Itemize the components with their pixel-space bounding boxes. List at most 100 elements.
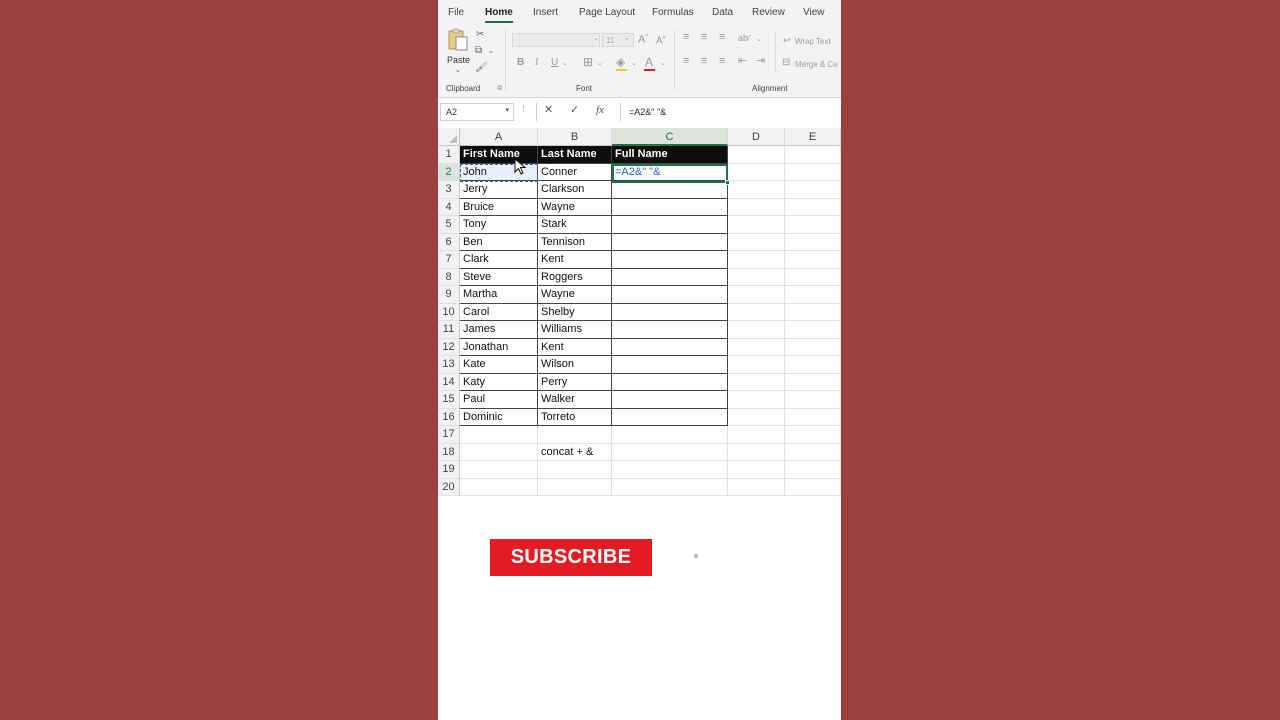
- align-middle-icon[interactable]: ≡: [701, 32, 707, 43]
- cell[interactable]: Martha: [460, 286, 538, 304]
- cell[interactable]: [612, 338, 728, 356]
- cell[interactable]: [785, 391, 841, 409]
- cell[interactable]: Kent: [538, 251, 612, 269]
- formula-input[interactable]: =A2&" "&: [620, 103, 841, 121]
- chevron-down-icon[interactable]: ⌄: [562, 60, 568, 67]
- column-header-a[interactable]: A: [460, 128, 538, 146]
- tab-home[interactable]: Home: [485, 7, 513, 18]
- tab-formulas[interactable]: Formulas: [652, 7, 694, 18]
- cell[interactable]: [612, 286, 728, 304]
- cell[interactable]: [785, 426, 841, 444]
- cell[interactable]: Ben: [460, 233, 538, 251]
- increase-font-icon[interactable]: A^: [638, 34, 648, 46]
- cell[interactable]: [785, 356, 841, 374]
- decrease-indent-icon[interactable]: ⇤: [738, 56, 747, 67]
- cell[interactable]: [785, 181, 841, 199]
- wrap-text-icon[interactable]: ↩: [783, 36, 791, 45]
- cell[interactable]: Walker: [538, 391, 612, 409]
- cell[interactable]: [785, 461, 841, 479]
- cell[interactable]: [612, 181, 728, 199]
- cell[interactable]: concat + &: [538, 443, 612, 461]
- cell[interactable]: Steve: [460, 268, 538, 286]
- cell[interactable]: [612, 373, 728, 391]
- select-all-corner[interactable]: [438, 128, 460, 146]
- row-header[interactable]: 17: [438, 426, 460, 444]
- cell[interactable]: [728, 198, 785, 216]
- column-header-b[interactable]: B: [538, 128, 612, 146]
- cell[interactable]: Tony: [460, 216, 538, 234]
- cell[interactable]: [612, 303, 728, 321]
- cell[interactable]: [728, 426, 785, 444]
- chevron-down-icon[interactable]: ⌄: [597, 60, 603, 67]
- cell[interactable]: Wayne: [538, 198, 612, 216]
- cell[interactable]: Bruice: [460, 198, 538, 216]
- cell[interactable]: [728, 338, 785, 356]
- row-header[interactable]: 5: [438, 216, 460, 234]
- cancel-icon[interactable]: ✕: [544, 105, 553, 116]
- row-header[interactable]: 15: [438, 391, 460, 409]
- cell[interactable]: Jonathan: [460, 338, 538, 356]
- insert-function-icon[interactable]: fx: [596, 105, 604, 116]
- cell[interactable]: [785, 163, 841, 181]
- cell[interactable]: [728, 251, 785, 269]
- cell[interactable]: [785, 286, 841, 304]
- cell[interactable]: [728, 461, 785, 479]
- align-top-icon[interactable]: ≡: [683, 32, 689, 43]
- cell[interactable]: Carol: [460, 303, 538, 321]
- cell[interactable]: [612, 251, 728, 269]
- row-header[interactable]: 3: [438, 181, 460, 199]
- cell[interactable]: [728, 233, 785, 251]
- row-header[interactable]: 19: [438, 461, 460, 479]
- cell[interactable]: [785, 146, 841, 164]
- format-painter-icon[interactable]: 🖌: [475, 63, 488, 73]
- cell[interactable]: [612, 268, 728, 286]
- cell[interactable]: [785, 198, 841, 216]
- chevron-down-icon[interactable]: ⌄: [756, 36, 762, 43]
- cell[interactable]: [728, 321, 785, 339]
- cell[interactable]: James: [460, 321, 538, 339]
- cell[interactable]: [728, 478, 785, 496]
- row-header[interactable]: 11: [438, 321, 460, 339]
- cell[interactable]: Conner: [538, 163, 612, 181]
- cell[interactable]: Paul: [460, 391, 538, 409]
- cell[interactable]: [728, 356, 785, 374]
- cell[interactable]: [785, 303, 841, 321]
- font-name-box[interactable]: [512, 33, 600, 47]
- cell[interactable]: =A2&" "&: [612, 163, 728, 181]
- merge-icon[interactable]: ⊟: [782, 58, 790, 68]
- merge-center-button[interactable]: Merge & Ce: [795, 60, 838, 69]
- cell[interactable]: [785, 216, 841, 234]
- cell[interactable]: [460, 443, 538, 461]
- cell[interactable]: [728, 408, 785, 426]
- cell[interactable]: [785, 268, 841, 286]
- cell[interactable]: Tennison: [538, 233, 612, 251]
- tab-page-layout[interactable]: Page Layout: [579, 7, 635, 18]
- cell[interactable]: [728, 216, 785, 234]
- tab-review[interactable]: Review: [752, 7, 785, 18]
- tab-data[interactable]: Data: [712, 7, 733, 18]
- cell[interactable]: [728, 373, 785, 391]
- tab-file[interactable]: File: [448, 7, 464, 18]
- cell[interactable]: [785, 478, 841, 496]
- cell[interactable]: Wilson: [538, 356, 612, 374]
- column-header-c[interactable]: C: [612, 128, 728, 146]
- cell[interactable]: Katy: [460, 373, 538, 391]
- cell[interactable]: [460, 426, 538, 444]
- orientation-icon[interactable]: ab⁄: [738, 34, 750, 43]
- row-header[interactable]: 20: [438, 478, 460, 496]
- align-right-icon[interactable]: ≡: [719, 56, 725, 67]
- cut-icon[interactable]: ✂: [476, 30, 484, 40]
- font-color-icon[interactable]: A: [645, 56, 653, 68]
- align-left-icon[interactable]: ≡: [683, 56, 689, 67]
- cell[interactable]: Kate: [460, 356, 538, 374]
- enter-check-icon[interactable]: ✓: [570, 105, 579, 116]
- tab-insert[interactable]: Insert: [533, 7, 558, 18]
- bold-icon[interactable]: B: [517, 58, 524, 68]
- row-header[interactable]: 6: [438, 233, 460, 251]
- align-center-icon[interactable]: ≡: [701, 56, 707, 67]
- cell[interactable]: [728, 443, 785, 461]
- cell[interactable]: Jerry: [460, 181, 538, 199]
- cell[interactable]: [785, 251, 841, 269]
- cell[interactable]: [612, 233, 728, 251]
- table-header-cell[interactable]: Full Name: [612, 146, 728, 164]
